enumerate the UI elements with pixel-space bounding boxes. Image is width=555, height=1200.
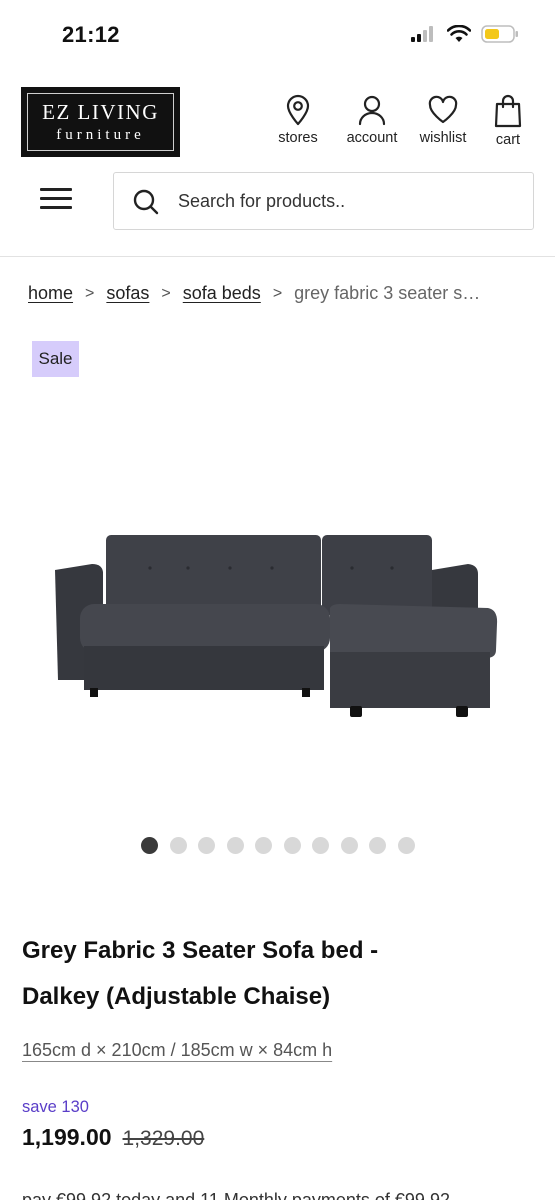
stores-label: stores (278, 130, 318, 146)
cart-label: cart (495, 132, 521, 148)
payment-plan-note: pay €99.92 today and 11 Monthly payments… (22, 1190, 450, 1200)
search-row (0, 172, 555, 230)
stores-link[interactable]: stores (273, 94, 323, 146)
heart-icon (427, 94, 459, 126)
wishlist-link[interactable]: wishlist (413, 94, 473, 146)
search-input[interactable] (178, 173, 518, 229)
search-icon[interactable] (132, 188, 160, 221)
carousel-dots (141, 837, 415, 854)
account-link[interactable]: account (337, 94, 407, 146)
product-title: Grey Fabric 3 Seater Sofa bed - Dalkey (… (22, 928, 522, 1020)
current-price: 1,199.00 (22, 1124, 112, 1150)
carousel-dot[interactable] (226, 837, 244, 854)
carousel-dot[interactable] (283, 837, 301, 854)
breadcrumb: home > sofas > sofa beds > grey fabric 3… (28, 283, 538, 304)
status-time: 21:12 (62, 22, 120, 47)
carousel-dot[interactable] (255, 837, 272, 854)
search-box[interactable] (113, 172, 534, 230)
sale-badge: Sale (32, 341, 79, 377)
product-image[interactable] (40, 520, 510, 730)
breadcrumb-home[interactable]: home (28, 283, 73, 304)
carousel-dot[interactable] (312, 837, 329, 854)
shopping-bag-icon (493, 94, 523, 128)
carousel-dot[interactable] (397, 837, 415, 854)
site-header: EZ LIVING furniture stores account wishl… (0, 84, 555, 160)
carousel-dot[interactable] (198, 837, 215, 854)
cellular-signal-icon (411, 26, 437, 47)
save-amount: save 130 (22, 1098, 89, 1116)
header-nav: stores account wishlist cart (273, 94, 533, 148)
breadcrumb-separator: > (161, 284, 171, 302)
logo-line2: furniture (56, 127, 145, 143)
price-row: 1,199.00 1,329.00 (22, 1124, 204, 1151)
product-dimensions[interactable]: 165cm d × 210cm / 185cm w × 84cm h (22, 1040, 332, 1061)
breadcrumb-sofas[interactable]: sofas (106, 283, 149, 304)
carousel-dot[interactable] (340, 837, 358, 854)
breadcrumb-separator: > (272, 284, 283, 302)
product-title-line2: Dalkey (Adjustable Chaise) (22, 983, 331, 1010)
user-icon (357, 94, 387, 126)
breadcrumb-sofa-beds[interactable]: sofa beds (183, 283, 261, 304)
product-title-line1: Grey Fabric 3 Seater Sofa bed - (22, 937, 379, 964)
status-bar: 21:12 (0, 0, 555, 72)
carousel-dot[interactable] (169, 837, 187, 854)
wishlist-label: wishlist (419, 130, 467, 146)
wifi-icon (446, 24, 472, 48)
status-icons (411, 24, 519, 49)
carousel-dot[interactable] (141, 837, 158, 854)
cart-link[interactable]: cart (483, 94, 533, 148)
breadcrumb-current: grey fabric 3 seater s… (294, 283, 481, 303)
breadcrumb-separator: > (85, 284, 95, 302)
ez-living-logo[interactable]: EZ LIVING furniture (21, 87, 180, 157)
account-label: account (346, 130, 398, 146)
hamburger-menu-icon[interactable] (40, 188, 72, 214)
original-price: 1,329.00 (122, 1127, 205, 1150)
header-divider (0, 256, 555, 257)
battery-icon (481, 24, 519, 49)
carousel-dot[interactable] (369, 837, 386, 854)
logo-line1: EZ LIVING (42, 100, 159, 124)
location-pin-icon (285, 94, 311, 126)
